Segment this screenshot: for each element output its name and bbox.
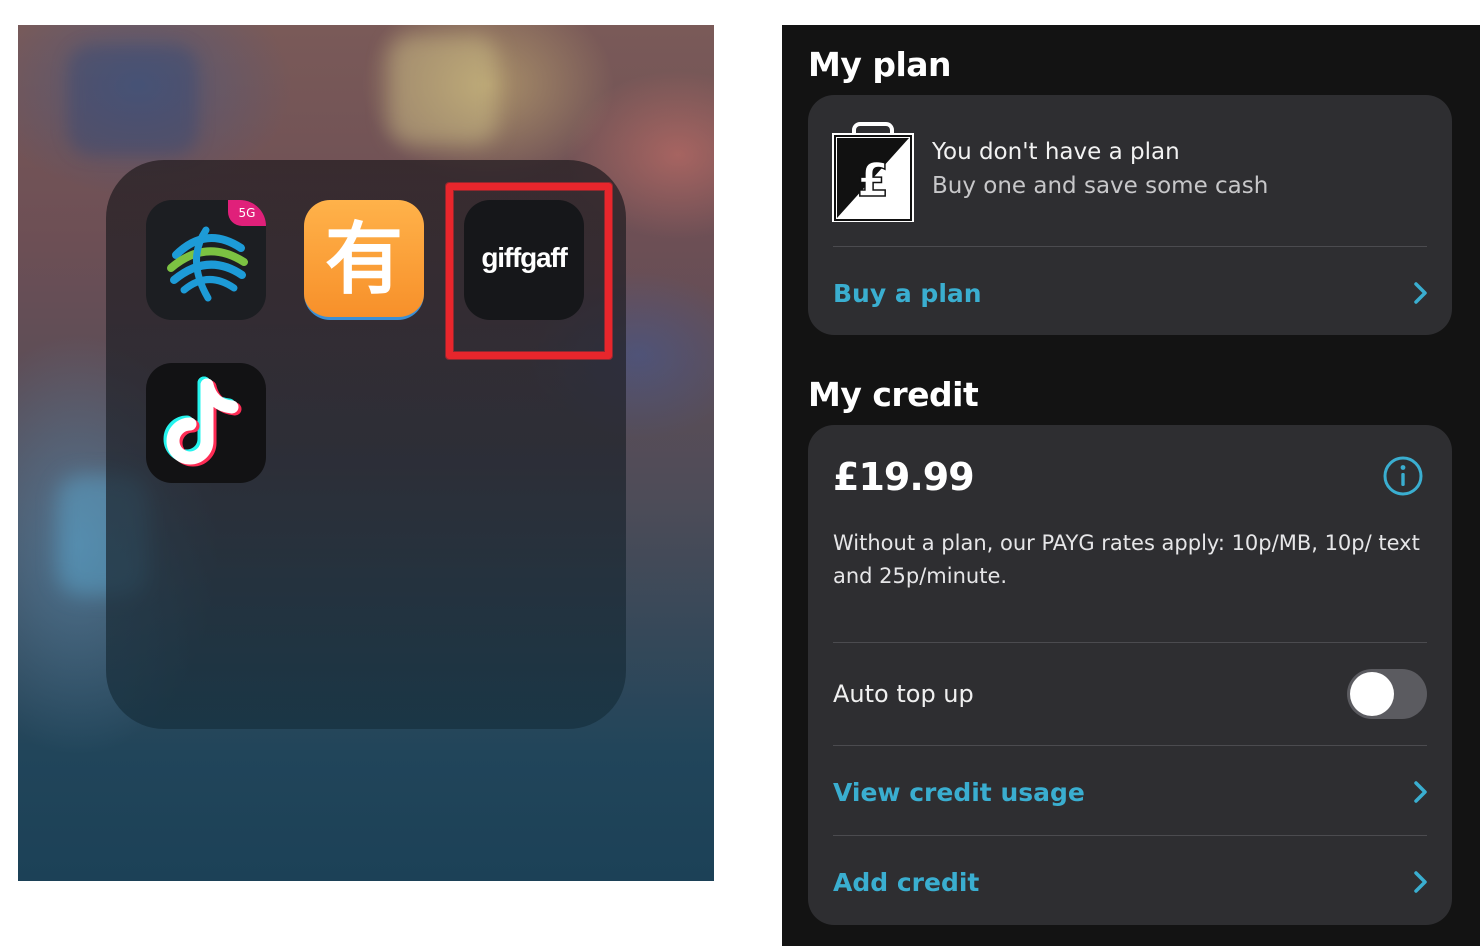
payg-rates-text: Without a plan, our PAYG rates apply: 10… xyxy=(833,531,1420,588)
credit-card: £19.99 Without a plan, our PAYG rates ap… xyxy=(808,425,1452,925)
toggle-knob xyxy=(1350,672,1394,716)
view-credit-usage-link[interactable]: View credit usage xyxy=(833,757,1430,827)
my-plan-heading: My plan xyxy=(808,45,952,84)
blurred-app-background xyxy=(388,35,498,145)
auto-top-up-toggle[interactable] xyxy=(1347,669,1427,719)
youdao-app-icon[interactable]: 有 xyxy=(304,200,424,320)
buy-a-plan-label: Buy a plan xyxy=(833,278,982,308)
credit-balance: £19.99 xyxy=(833,455,975,499)
chevron-right-icon xyxy=(1414,871,1427,893)
divider xyxy=(833,745,1427,746)
giffgaff-app-screen: My plan £ You don't have a plan Buy one … xyxy=(782,25,1480,946)
pound-symbol: £ xyxy=(857,153,889,207)
tiktok-app-icon[interactable] xyxy=(146,363,266,483)
tiktok-note-icon xyxy=(163,376,242,467)
info-icon[interactable] xyxy=(1382,455,1424,497)
auto-top-up-label: Auto top up xyxy=(833,680,974,708)
china-mobile-app-icon[interactable]: 5G xyxy=(146,200,266,320)
divider xyxy=(833,835,1427,836)
buy-a-plan-link[interactable]: Buy a plan xyxy=(833,258,1430,328)
view-credit-usage-label: View credit usage xyxy=(833,777,1085,807)
divider xyxy=(833,246,1427,247)
youdao-glyph: 有 xyxy=(324,215,403,305)
no-plan-subtitle: Buy one and save some cash xyxy=(932,173,1269,199)
no-plan-title: You don't have a plan xyxy=(932,139,1180,165)
highlight-annotation-box xyxy=(446,183,612,359)
home-screen-screenshot: 5G 有 giffgaff xyxy=(18,25,714,881)
blurred-app-background xyxy=(68,45,198,155)
add-credit-link[interactable]: Add credit xyxy=(833,847,1430,917)
auto-top-up-row: Auto top up xyxy=(833,643,1427,745)
chevron-right-icon xyxy=(1414,282,1427,304)
chevron-right-icon xyxy=(1414,781,1427,803)
shopping-bag-icon: £ xyxy=(832,122,914,222)
add-credit-label: Add credit xyxy=(833,867,980,897)
plan-card: £ You don't have a plan Buy one and save… xyxy=(808,95,1452,335)
my-credit-heading: My credit xyxy=(808,375,979,414)
5g-badge: 5G xyxy=(228,200,266,226)
